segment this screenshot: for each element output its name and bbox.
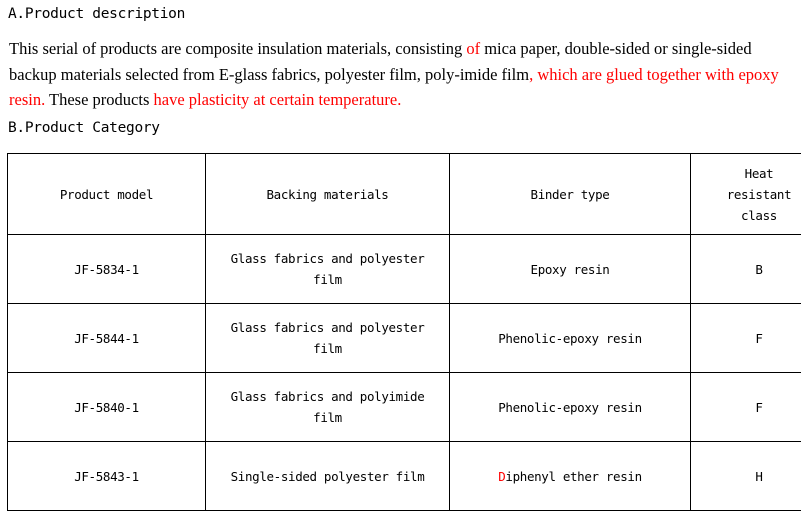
cell-heat-resistant-class: F (691, 304, 801, 373)
cell-product-model: JF-5834-1 (8, 235, 206, 304)
cell-heat-resistant-class: H (691, 442, 801, 511)
binder-type-text: Epoxy resin (531, 262, 610, 277)
description-line-3-part-3: have plasticity at certain temperature. (154, 90, 402, 109)
binder-type-text: Phenolic-epoxy resin (498, 400, 642, 415)
cell-backing-materials: Glass fabrics and polyester film (206, 304, 450, 373)
backing-materials-line-2: film (210, 338, 445, 359)
product-description-paragraph: This serial of products are composite in… (9, 36, 793, 113)
cell-binder-type: Phenolic-epoxy resin (450, 373, 691, 442)
table-row: JF-5834-1 Glass fabrics and polyester fi… (8, 235, 801, 304)
section-a-heading: A.Product description (8, 6, 185, 22)
cell-binder-type: Epoxy resin (450, 235, 691, 304)
column-header-heat-resistant-class: Heat resistant class (691, 154, 801, 235)
cell-backing-materials: Glass fabrics and polyester film (206, 235, 450, 304)
binder-type-text: iphenyl ether resin (505, 469, 641, 484)
table-row: JF-5843-1 Single-sided polyester film Di… (8, 442, 801, 511)
heat-resistant-class-line-3: class (695, 205, 801, 226)
section-b-heading: B.Product Category (8, 120, 160, 136)
description-line-1-part-3: mica paper, double-sided or single-sided (484, 39, 751, 58)
heat-resistant-class-line-1: Heat (695, 163, 801, 184)
description-line-3: resin. These products have plasticity at… (9, 87, 793, 113)
description-line-3-part-1: resin. (9, 90, 45, 109)
cell-heat-resistant-class: F (691, 373, 801, 442)
cell-heat-resistant-class: B (691, 235, 801, 304)
product-category-table: Product model Backing materials Binder t… (7, 153, 801, 511)
cell-product-model: JF-5843-1 (8, 442, 206, 511)
description-line-2-part-1: backup materials selected from E-glass f… (9, 65, 529, 84)
column-header-backing-materials: Backing materials (206, 154, 450, 235)
description-line-3-part-2: These products (45, 90, 153, 109)
column-header-product-model: Product model (8, 154, 206, 235)
cell-product-model: JF-5840-1 (8, 373, 206, 442)
heat-resistant-class-line-2: resistant (695, 184, 801, 205)
description-line-2: backup materials selected from E-glass f… (9, 62, 793, 88)
description-line-1-part-1: This serial of products are composite in… (9, 39, 466, 58)
cell-backing-materials: Glass fabrics and polyimide film (206, 373, 450, 442)
cell-binder-type: Diphenyl ether resin (450, 442, 691, 511)
cell-product-model: JF-5844-1 (8, 304, 206, 373)
backing-materials-line-2: film (210, 407, 445, 428)
cell-binder-type: Phenolic-epoxy resin (450, 304, 691, 373)
cell-backing-materials: Single-sided polyester film (206, 442, 450, 511)
description-line-2-part-2: , which are glued together with epoxy (529, 65, 779, 84)
table-header-row: Product model Backing materials Binder t… (8, 154, 801, 235)
backing-materials-line-2: film (210, 269, 445, 290)
description-line-1: This serial of products are composite in… (9, 36, 793, 62)
document-page: A.Product description This serial of pro… (0, 0, 801, 508)
table-row: JF-5840-1 Glass fabrics and polyimide fi… (8, 373, 801, 442)
product-category-table-wrapper: Product model Backing materials Binder t… (7, 153, 791, 511)
backing-materials-line-1: Glass fabrics and polyimide (210, 386, 445, 407)
column-header-binder-type: Binder type (450, 154, 691, 235)
description-line-1-part-2: of (466, 39, 484, 58)
backing-materials-line-1: Glass fabrics and polyester (210, 248, 445, 269)
binder-type-text: Phenolic-epoxy resin (498, 331, 642, 346)
backing-materials-line-1: Glass fabrics and polyester (210, 317, 445, 338)
table-row: JF-5844-1 Glass fabrics and polyester fi… (8, 304, 801, 373)
